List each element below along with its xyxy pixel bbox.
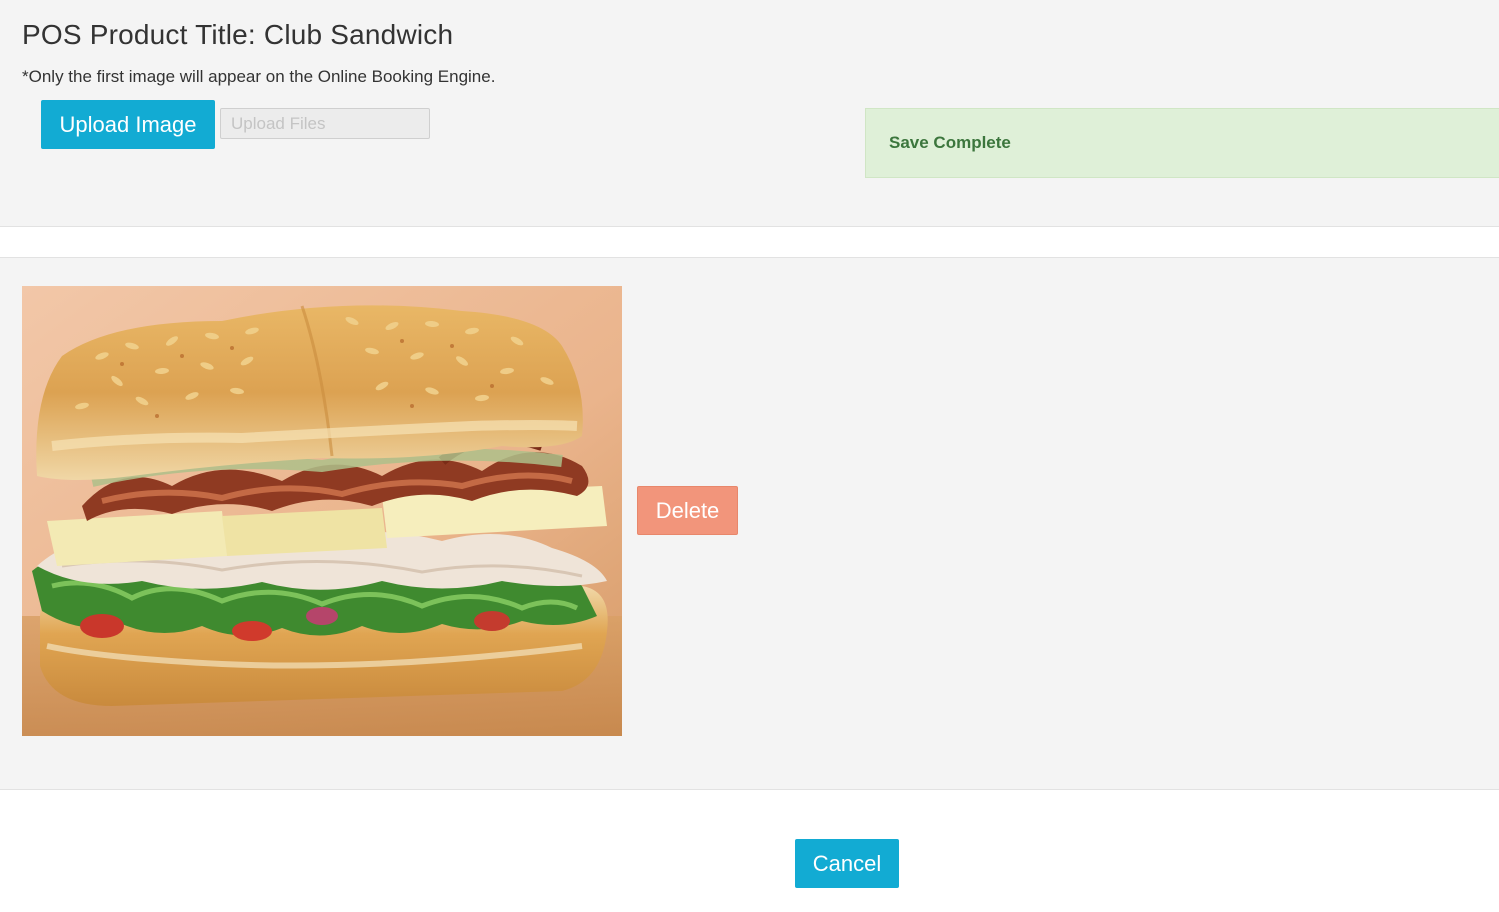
upload-image-button[interactable]: Upload Image [41, 100, 215, 149]
section-divider [0, 227, 1499, 258]
alert-message: Save Complete [889, 133, 1011, 152]
upload-panel: POS Product Title: Club Sandwich *Only t… [0, 0, 1499, 227]
product-image [22, 286, 622, 736]
first-image-note: *Only the first image will appear on the… [22, 67, 496, 86]
delete-image-button[interactable]: Delete [637, 486, 738, 535]
page-title: POS Product Title: Club Sandwich [22, 19, 454, 50]
save-complete-alert: Save Complete [865, 108, 1499, 178]
upload-files-input[interactable] [220, 108, 430, 139]
images-panel: Delete [0, 258, 1499, 790]
cancel-button[interactable]: Cancel [795, 839, 899, 888]
